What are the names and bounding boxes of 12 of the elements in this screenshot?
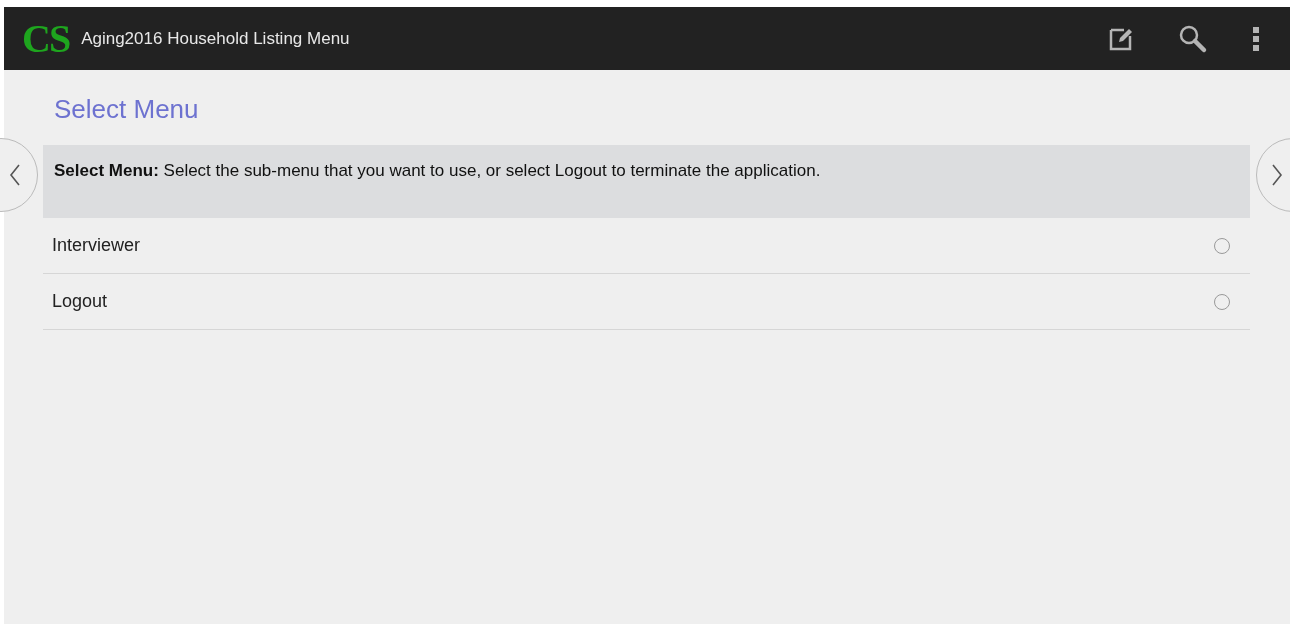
question-text: Select Menu: Select the sub-menu that you want to use, or select Logout to terminate the application. <box>54 161 821 180</box>
option-label: Interviewer <box>52 235 141 256</box>
chevron-left-icon <box>9 164 21 186</box>
page-title: Select Menu <box>53 94 200 125</box>
chevron-right-icon <box>1271 164 1283 186</box>
overflow-menu-icon[interactable] <box>1252 25 1260 52</box>
menu-option[interactable]: Logout <box>43 274 1250 330</box>
menu-option[interactable]: Interviewer <box>43 218 1250 274</box>
option-label: Logout <box>52 291 108 312</box>
search-icon[interactable] <box>1178 23 1208 54</box>
app-logo: CS <box>21 14 71 63</box>
app-title: Aging2016 Household Listing Menu <box>81 28 350 49</box>
